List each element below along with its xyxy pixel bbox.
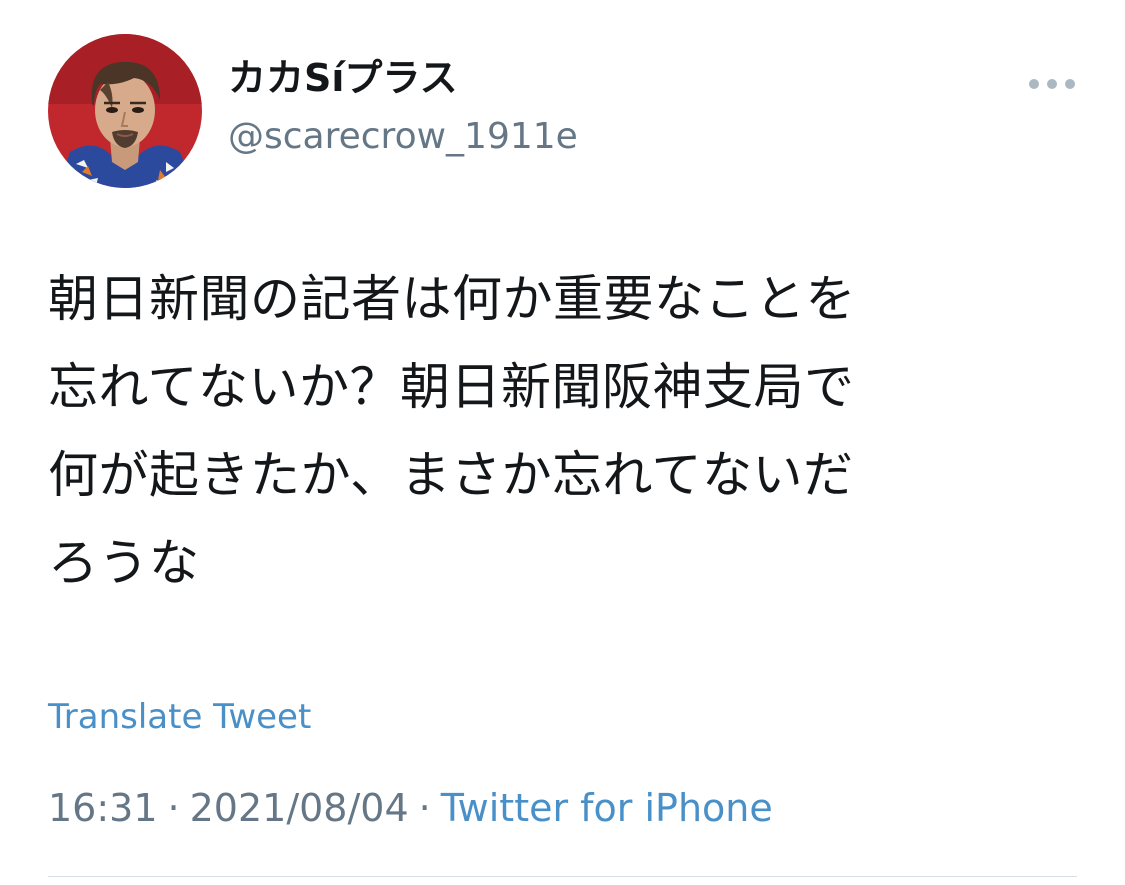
author-handle[interactable]: @scarecrow_1911e bbox=[228, 117, 578, 157]
more-horizontal-icon bbox=[1029, 79, 1075, 89]
meta-separator: · bbox=[167, 786, 180, 830]
author-display-name[interactable]: カカSíプラス bbox=[228, 57, 458, 100]
tweet-text: 朝日新聞の記者は何か重要なことを 忘れてないか？朝日新聞阪神支局で 何が起きたか… bbox=[48, 270, 856, 592]
tweet-source-link[interactable]: Twitter for iPhone bbox=[441, 786, 773, 830]
tweet-metadata: 16:31 · 2021/08/04 · Twitter for iPhone bbox=[48, 786, 773, 832]
tweet-date: 2021/08/04 bbox=[189, 786, 409, 830]
avatar-image bbox=[48, 34, 202, 188]
divider bbox=[48, 876, 1077, 877]
more-options-button[interactable] bbox=[1024, 66, 1080, 102]
translate-tweet-link[interactable]: Translate Tweet bbox=[48, 697, 311, 738]
tweet-time: 16:31 bbox=[48, 786, 158, 830]
avatar[interactable] bbox=[48, 34, 202, 188]
meta-separator: · bbox=[418, 786, 431, 830]
